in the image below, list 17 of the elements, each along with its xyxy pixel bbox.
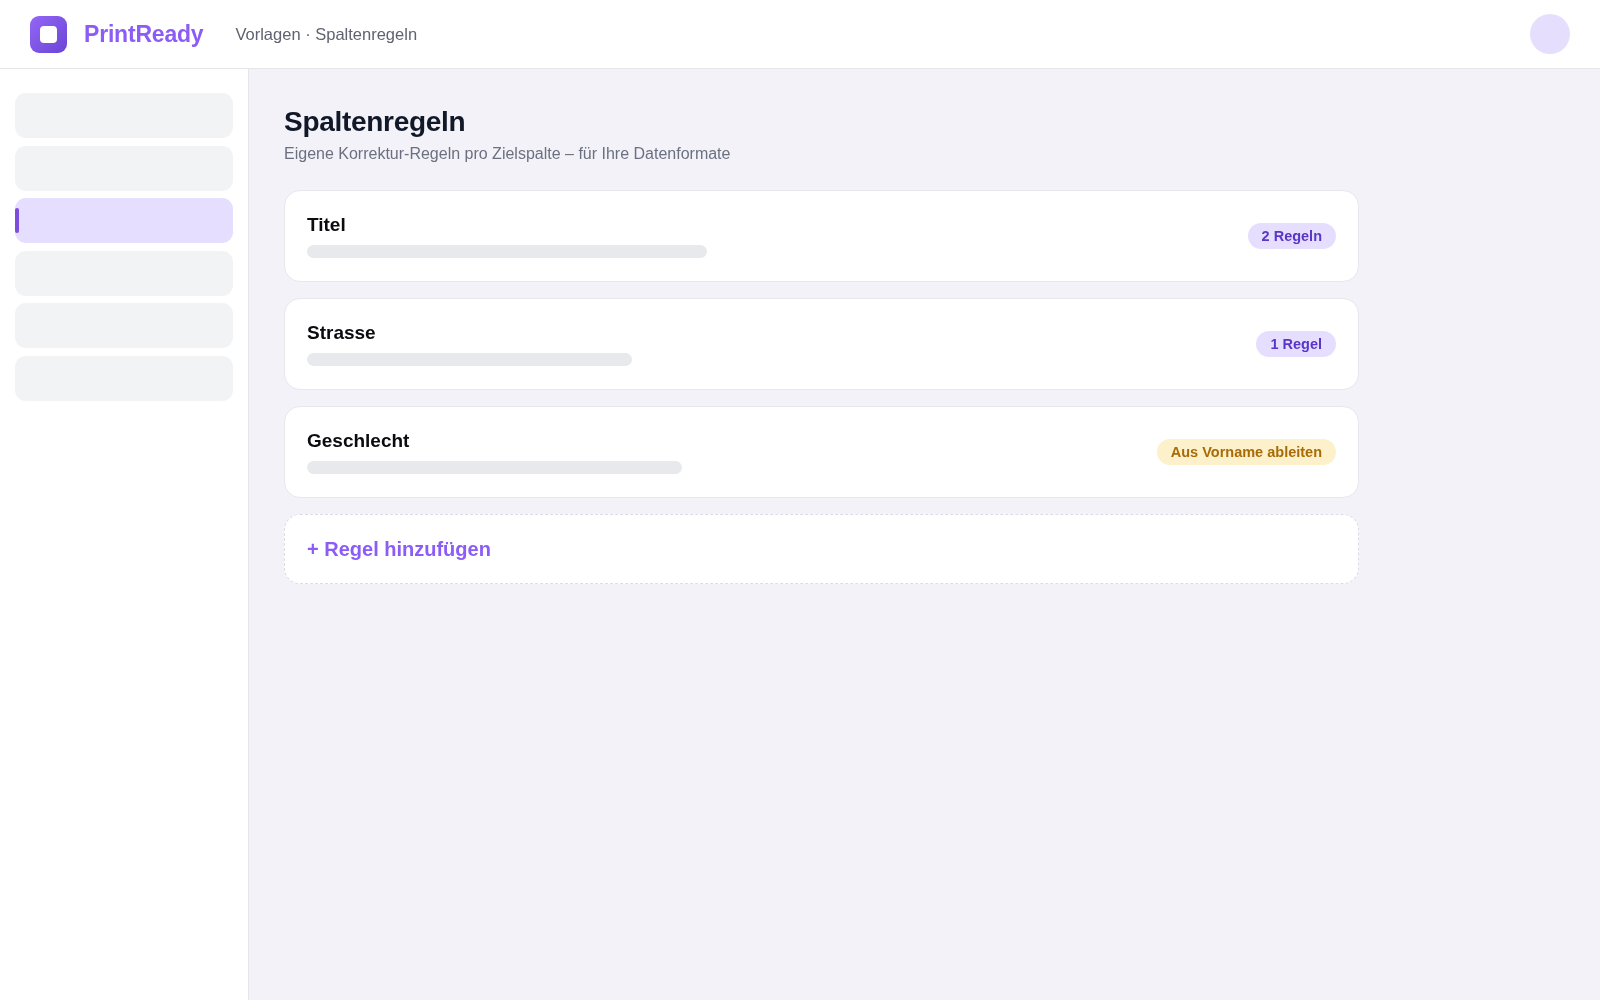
rule-badge: 2 Regeln <box>1247 222 1336 249</box>
column-name: Strasse <box>307 321 377 345</box>
rule-card[interactable]: Titel 2 Regeln <box>284 189 1359 282</box>
app-logo-icon <box>30 15 67 53</box>
rule-badge: Aus Vorname ableiten <box>1156 438 1336 465</box>
sidebar-item[interactable] <box>15 198 233 243</box>
page-title: Spaltenregeln <box>284 105 467 139</box>
rule-card[interactable]: Geschlecht Aus Vorname ableiten <box>284 405 1359 498</box>
column-name: Titel <box>307 213 347 237</box>
avatar-icon[interactable] <box>1530 14 1570 54</box>
breadcrumb: Vorlagen · Spaltenregeln <box>235 23 418 45</box>
add-rule-button[interactable]: + Regel hinzufügen <box>284 513 1359 584</box>
rule-badge: 1 Regel <box>1256 330 1336 357</box>
page-subtitle: Eigene Korrektur-Regeln pro Zielspalte – für Ihre Datenformate <box>284 143 732 164</box>
column-name: Geschlecht <box>307 429 411 453</box>
rule-card[interactable]: Strasse 1 Regel <box>284 297 1359 390</box>
brand-name: PrintReady <box>84 19 204 49</box>
